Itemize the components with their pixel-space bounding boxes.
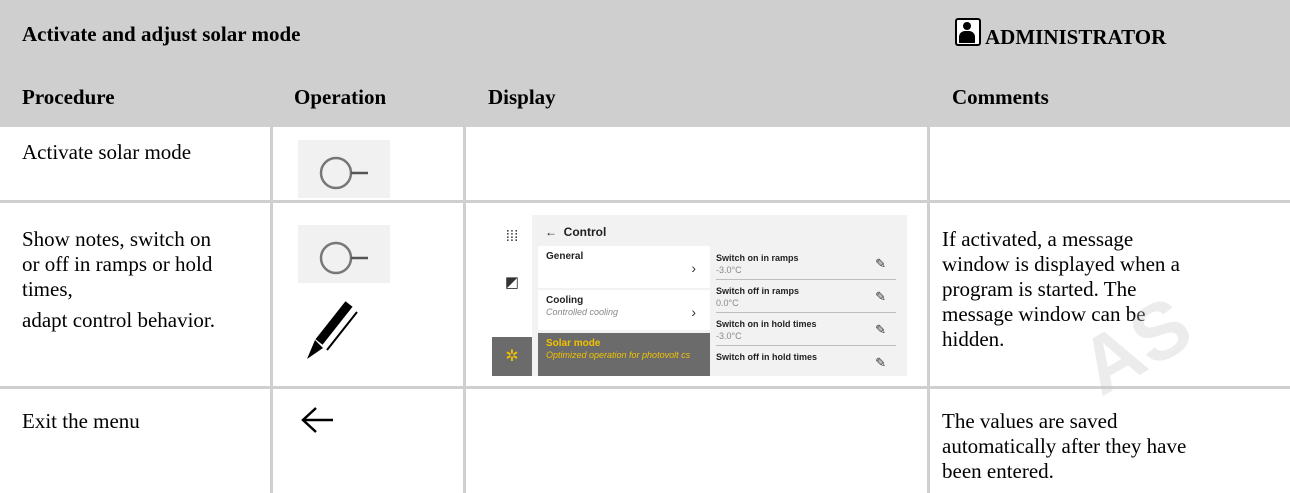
col-header-procedure: Procedure bbox=[22, 85, 115, 109]
role-indicator: ADMINISTRATOR bbox=[955, 18, 1166, 48]
procedure-text: Exit the menu bbox=[22, 409, 140, 433]
divider bbox=[927, 0, 930, 493]
menu-item-general[interactable]: General › bbox=[538, 246, 710, 288]
col-header-display: Display bbox=[488, 85, 556, 109]
page-title: Activate and adjust solar mode bbox=[22, 22, 301, 46]
back-arrow-icon[interactable]: ← bbox=[545, 225, 564, 239]
gear-icon[interactable]: ✲ bbox=[492, 337, 532, 376]
divider bbox=[0, 66, 1290, 70]
display-title: ← Control bbox=[545, 225, 607, 239]
divider bbox=[0, 200, 1290, 203]
pencil-icon[interactable]: ✎ bbox=[875, 322, 886, 338]
procedure-text: Show notes, switch on or off in ramps or… bbox=[22, 227, 216, 332]
pencil-icon[interactable]: ✎ bbox=[875, 256, 886, 272]
chevron-right-icon: › bbox=[691, 304, 696, 320]
menu-item-cooling[interactable]: Cooling Controlled cooling › bbox=[538, 290, 710, 330]
grid-icon[interactable]: ⁞⁞⁞ bbox=[502, 227, 522, 247]
knob-button[interactable] bbox=[298, 225, 390, 283]
col-header-bg bbox=[0, 70, 1290, 127]
setting-row[interactable]: Switch on in hold times -3.0°C ✎ bbox=[716, 316, 896, 346]
procedure-table: Activate and adjust solar mode ADMINISTR… bbox=[0, 0, 1290, 493]
person-icon bbox=[955, 18, 981, 46]
knob-icon bbox=[319, 156, 368, 190]
display-settings-list: Switch on in ramps -3.0°C ✎ Switch off i… bbox=[710, 246, 907, 376]
pencil-icon[interactable]: ✎ bbox=[875, 289, 886, 305]
chart-icon[interactable]: ◩ bbox=[502, 273, 522, 293]
comment-text: The values are saved automatically after… bbox=[942, 409, 1187, 483]
knob-button[interactable] bbox=[298, 140, 390, 198]
device-display: ⁞⁞⁞ ◩ ✲ ← Control General › Cooling Cont… bbox=[492, 215, 907, 376]
divider bbox=[270, 66, 273, 493]
setting-row[interactable]: Switch off in ramps 0.0°C ✎ bbox=[716, 283, 896, 313]
setting-row[interactable]: Switch off in hold times ✎ bbox=[716, 349, 896, 376]
chevron-right-icon: › bbox=[691, 260, 696, 276]
setting-row[interactable]: Switch on in ramps -3.0°C ✎ bbox=[716, 250, 896, 280]
role-label: ADMINISTRATOR bbox=[985, 25, 1167, 49]
col-header-operation: Operation bbox=[294, 85, 387, 109]
divider bbox=[463, 66, 466, 493]
back-arrow-icon[interactable] bbox=[300, 405, 336, 435]
menu-item-solar-mode[interactable]: Solar mode Optimized operation for photo… bbox=[538, 333, 710, 376]
col-header-comments: Comments bbox=[952, 85, 1049, 109]
knob-icon bbox=[319, 241, 368, 275]
procedure-text: Activate solar mode bbox=[22, 140, 192, 164]
pencil-icon[interactable] bbox=[305, 292, 365, 362]
pencil-icon[interactable]: ✎ bbox=[875, 355, 886, 371]
